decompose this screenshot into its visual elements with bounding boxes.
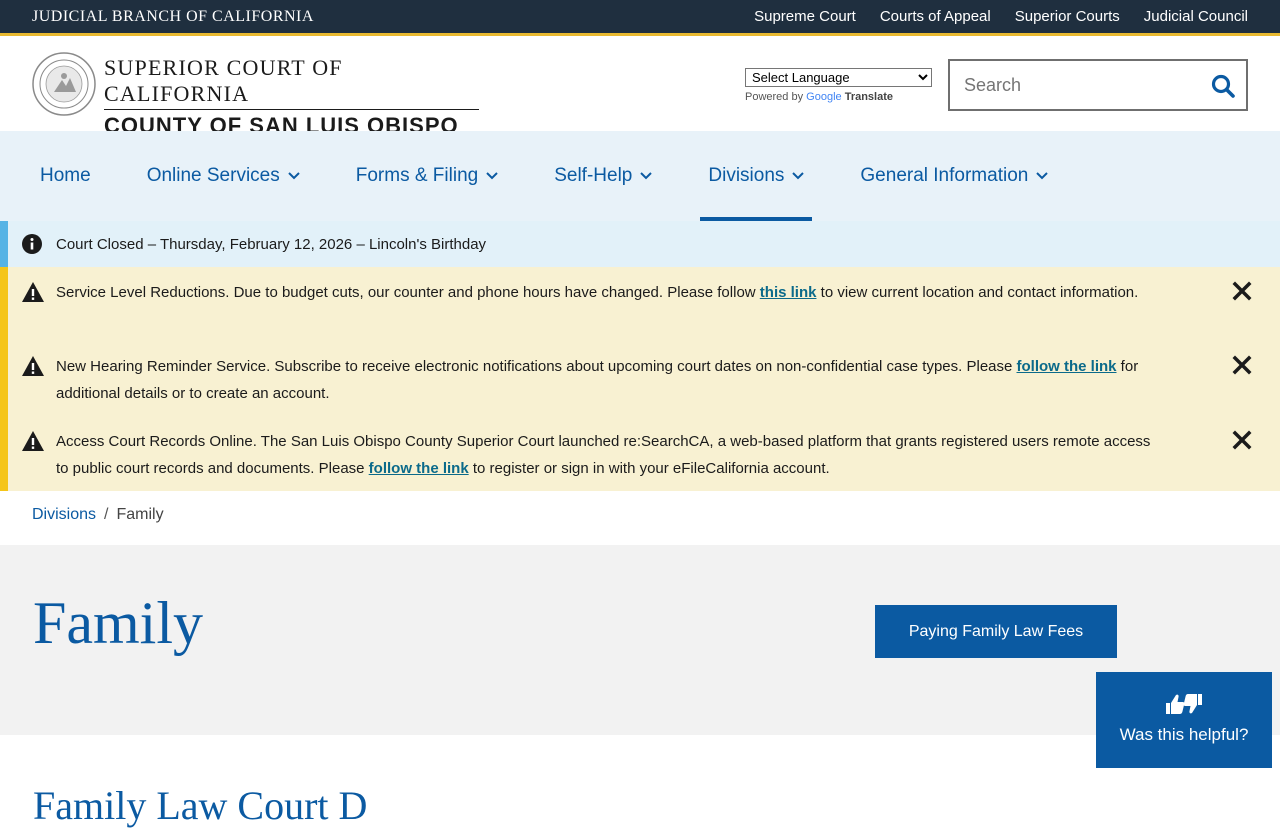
page-hero: Family Paying Family Law Fees	[0, 545, 1280, 735]
warning-icon	[22, 356, 44, 376]
warning-text: Access Court Records Online. The San Lui…	[56, 433, 1151, 477]
close-icon[interactable]	[1232, 355, 1252, 375]
section-heading: Family Law Court D	[33, 783, 368, 828]
court-seal-icon[interactable]	[32, 52, 96, 116]
nav-online-services[interactable]: Online Services	[131, 131, 316, 221]
translate-link[interactable]: Translate	[845, 91, 893, 103]
main-nav: Home Online Services Forms & Filing Self…	[0, 131, 1280, 221]
warning-text: New Hearing Reminder Service. Subscribe …	[56, 358, 1139, 402]
search-box	[948, 59, 1248, 111]
nav-self-help[interactable]: Self-Help	[538, 131, 668, 221]
chevron-down-icon	[486, 172, 498, 180]
close-icon[interactable]	[1232, 281, 1252, 301]
nav-forms-filing[interactable]: Forms & Filing	[340, 131, 514, 221]
this-link[interactable]: this link	[760, 284, 817, 301]
nav-home[interactable]: Home	[24, 131, 107, 221]
breadcrumb-current: Family	[116, 506, 164, 523]
google-logo: Google	[806, 91, 842, 103]
court-name[interactable]: SUPERIOR COURT OF CALIFORNIA COUNTY OF S…	[104, 55, 479, 140]
warning-icon	[22, 431, 44, 451]
was-this-helpful-label: Was this helpful?	[1119, 725, 1249, 744]
info-icon	[22, 234, 42, 254]
warning-alerts: Service Level Reductions. Due to budget …	[0, 267, 1280, 491]
court-name-line1: SUPERIOR COURT OF CALIFORNIA	[104, 55, 479, 110]
chevron-down-icon	[792, 172, 805, 180]
nav-general-information[interactable]: General Information	[844, 131, 1064, 221]
chevron-down-icon	[288, 172, 300, 180]
breadcrumb-separator: /	[104, 506, 109, 523]
nav-divisions[interactable]: Divisions	[692, 131, 820, 221]
judicial-council-link[interactable]: Judicial Council	[1144, 8, 1248, 25]
page-title: Family	[33, 590, 204, 656]
breadcrumb-divisions[interactable]: Divisions	[32, 506, 96, 523]
powered-by: Powered by Google Translate	[745, 91, 894, 103]
google-translate: Select Language Powered by Google Transl…	[745, 68, 935, 103]
language-select[interactable]: Select Language	[745, 68, 932, 87]
branch-links: Supreme Court Courts of Appeal Superior …	[754, 8, 1248, 25]
warning-text: Service Level Reductions. Due to budget …	[56, 284, 1139, 301]
follow-the-link[interactable]: follow the link	[1017, 358, 1117, 375]
follow-the-link[interactable]: follow the link	[369, 460, 469, 477]
supreme-court-link[interactable]: Supreme Court	[754, 8, 856, 25]
search-icon[interactable]	[1210, 73, 1236, 99]
thumbs-up-down-icon	[1166, 694, 1202, 714]
judicial-branch-bar: JUDICIAL BRANCH OF CALIFORNIA Supreme Co…	[0, 0, 1280, 36]
court-closed-alert: Court Closed – Thursday, February 12, 20…	[0, 221, 1280, 267]
close-icon[interactable]	[1232, 430, 1252, 450]
courts-of-appeal-link[interactable]: Courts of Appeal	[880, 8, 991, 25]
search-input[interactable]	[962, 73, 1202, 97]
chevron-down-icon	[1036, 172, 1049, 180]
paying-family-law-fees-button[interactable]: Paying Family Law Fees	[875, 605, 1117, 658]
superior-courts-link[interactable]: Superior Courts	[1015, 8, 1120, 25]
chevron-down-icon	[640, 172, 653, 180]
judicial-branch-link[interactable]: JUDICIAL BRANCH OF CALIFORNIA	[32, 8, 314, 26]
breadcrumb: Divisions / Family	[32, 506, 164, 524]
court-closed-text: Court Closed – Thursday, February 12, 20…	[56, 235, 487, 253]
warning-icon	[22, 282, 44, 302]
site-header: SUPERIOR COURT OF CALIFORNIA COUNTY OF S…	[0, 39, 1280, 138]
was-this-helpful-button[interactable]: Was this helpful?	[1096, 672, 1272, 768]
